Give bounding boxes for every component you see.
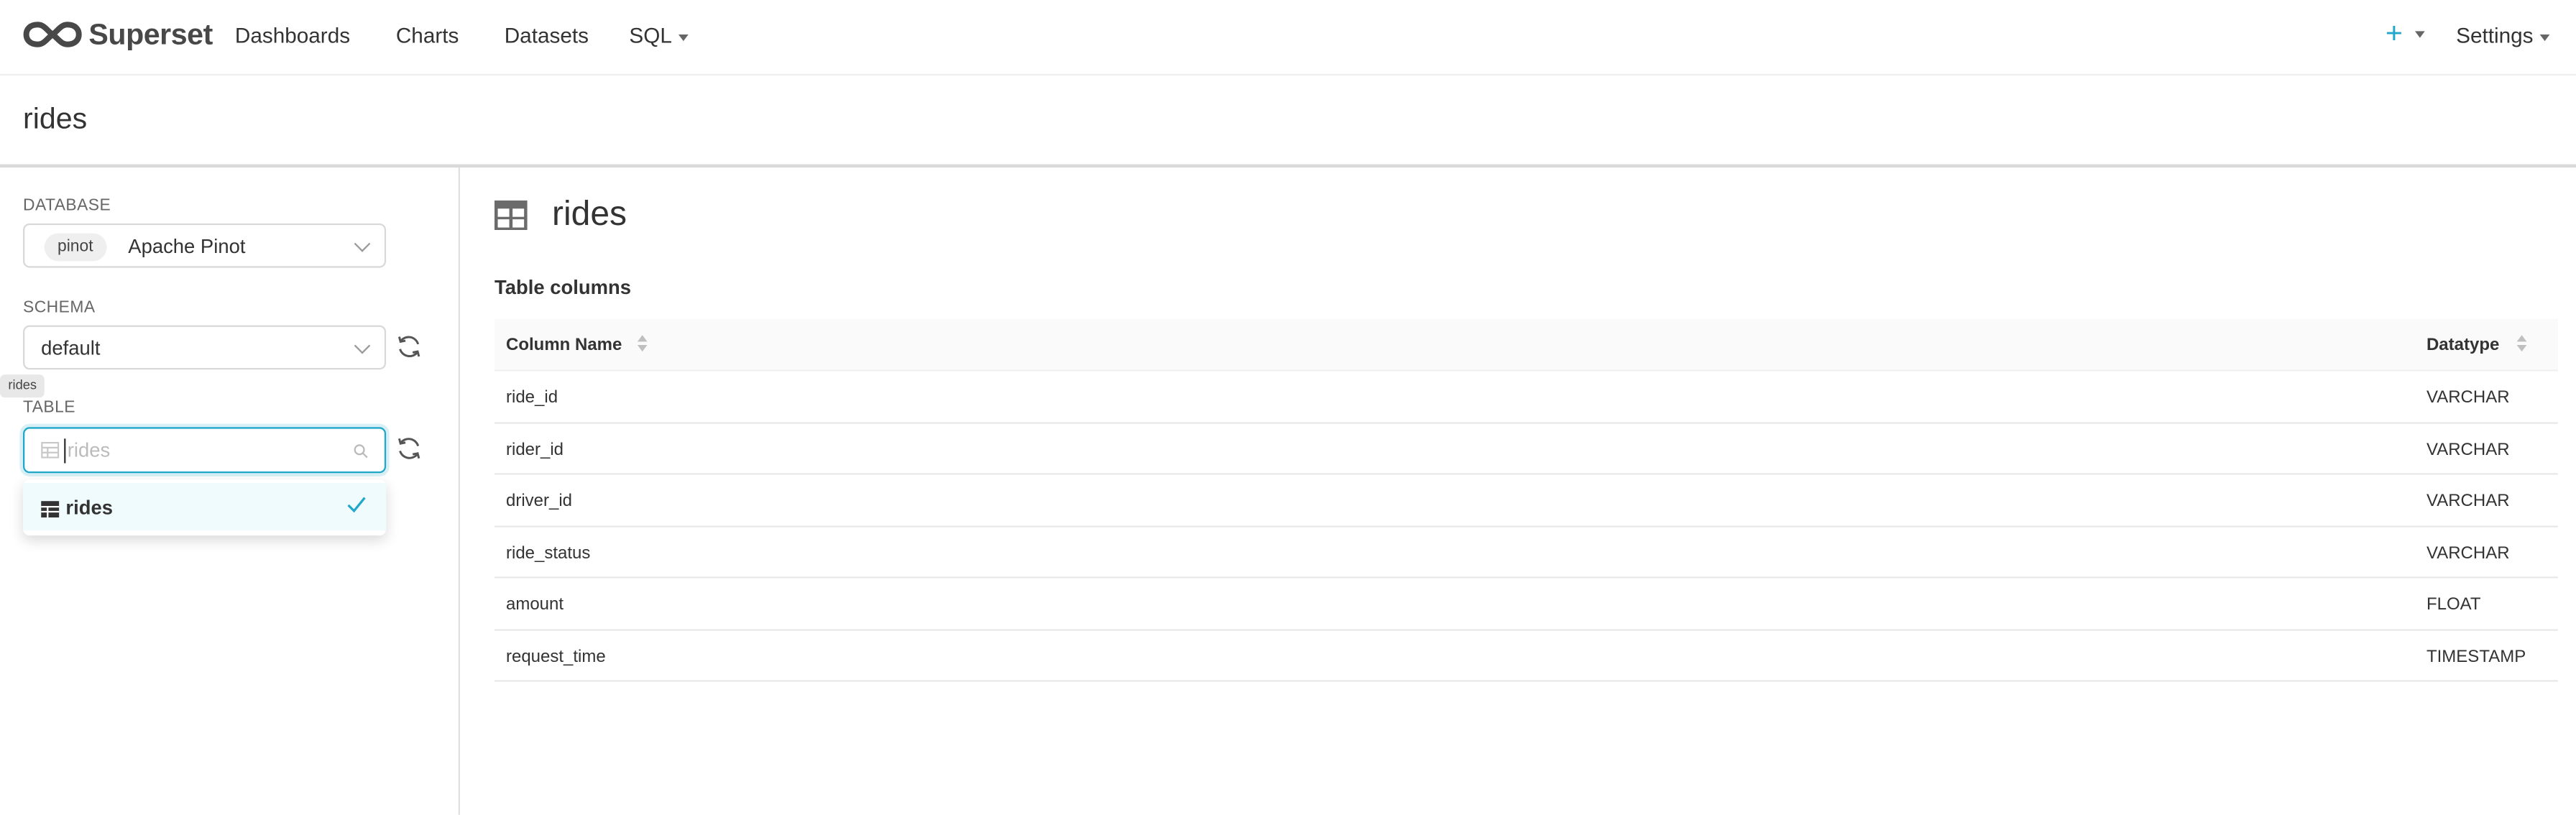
table-columns-heading: Table columns: [494, 275, 632, 299]
superset-logo-icon: [23, 22, 82, 47]
column-name-cell: ride_status: [505, 543, 591, 563]
caret-down-icon: [2414, 31, 2425, 38]
refresh-schemas-icon[interactable]: [396, 333, 423, 360]
datatype-cell: VARCHAR: [2426, 543, 2510, 563]
sort-icon[interactable]: [2516, 335, 2527, 354]
sort-icon[interactable]: [637, 335, 648, 354]
table-icon: [41, 501, 60, 517]
database-label: DATABASE: [22, 197, 111, 216]
dropdown-option[interactable]: rides: [22, 482, 387, 531]
nav-charts[interactable]: Charts: [396, 23, 459, 47]
text-cursor: [64, 438, 66, 464]
caret-down-icon: [2539, 33, 2550, 41]
nav-sql-label: SQL: [629, 22, 672, 48]
table-row: amount FLOAT: [494, 579, 2558, 630]
brand-name: Superset: [88, 17, 213, 50]
table-row: ride_status VARCHAR: [494, 527, 2558, 579]
column-name-cell: amount: [505, 594, 564, 614]
table-row: rider_id VARCHAR: [494, 423, 2558, 475]
datatype-header[interactable]: Datatype: [2426, 335, 2499, 354]
dataset-detail-panel: rides Table columns Column Name Datatype…: [461, 167, 2576, 815]
table-select[interactable]: rides: [22, 427, 387, 474]
column-name-cell: ride_id: [505, 387, 558, 408]
table-icon: [41, 441, 60, 459]
datatype-cell: VARCHAR: [2426, 387, 2510, 408]
table-row: driver_id VARCHAR: [494, 475, 2558, 527]
checkmark-icon: [347, 497, 366, 513]
page-header: rides: [0, 75, 2576, 166]
chevron-down-icon: [354, 236, 371, 252]
database-engine-tag: pinot: [44, 233, 106, 262]
schema-select[interactable]: default: [22, 325, 387, 370]
database-select[interactable]: pinot Apache Pinot: [22, 223, 387, 268]
columns-table: Column Name Datatype ride_id VARCHAR rid…: [494, 318, 2558, 682]
page-title: rides: [22, 101, 88, 135]
dataset-selector-panel: DATABASE pinot Apache Pinot SCHEMA defau…: [0, 167, 460, 815]
app-root: Superset Dashboards Charts Datasets SQL …: [0, 0, 2576, 815]
column-name-header[interactable]: Column Name: [506, 335, 622, 354]
search-icon: [354, 444, 368, 459]
column-name-cell: request_time: [505, 646, 606, 666]
table-label: TABLE: [22, 399, 75, 418]
refresh-tables-icon[interactable]: [396, 436, 423, 462]
top-navbar: Superset Dashboards Charts Datasets SQL …: [0, 0, 2576, 76]
dataset-title: rides: [551, 195, 627, 234]
database-value: Apache Pinot: [128, 234, 246, 258]
brand[interactable]: Superset: [23, 15, 213, 55]
column-name-cell: driver_id: [505, 491, 573, 511]
table-icon: [494, 200, 528, 230]
settings-menu[interactable]: Settings: [2456, 22, 2550, 48]
chevron-down-icon: [354, 337, 371, 354]
schema-value: default: [41, 336, 101, 360]
datatype-cell: FLOAT: [2426, 594, 2481, 614]
datatype-cell: TIMESTAMP: [2426, 646, 2526, 666]
nav-dashboards[interactable]: Dashboards: [235, 23, 350, 47]
datatype-cell: VARCHAR: [2426, 491, 2510, 511]
nav-datasets[interactable]: Datasets: [505, 23, 589, 47]
caret-down-icon: [678, 33, 689, 41]
dropdown-option-label: rides: [65, 496, 113, 520]
datatype-cell: VARCHAR: [2426, 439, 2510, 459]
nav-sql[interactable]: SQL: [629, 22, 689, 48]
table-header-row: Column Name Datatype: [494, 318, 2558, 372]
table-tooltip: rides: [0, 374, 45, 398]
schema-label: SCHEMA: [22, 298, 96, 318]
table-row: ride_id VARCHAR: [494, 372, 2558, 423]
column-name-cell: rider_id: [505, 439, 564, 459]
settings-label: Settings: [2456, 22, 2534, 48]
table-row: request_time TIMESTAMP: [494, 630, 2558, 682]
table-search-placeholder: rides: [67, 438, 111, 462]
add-new-button[interactable]: +: [2386, 17, 2403, 51]
table-dropdown: rides: [22, 479, 387, 536]
